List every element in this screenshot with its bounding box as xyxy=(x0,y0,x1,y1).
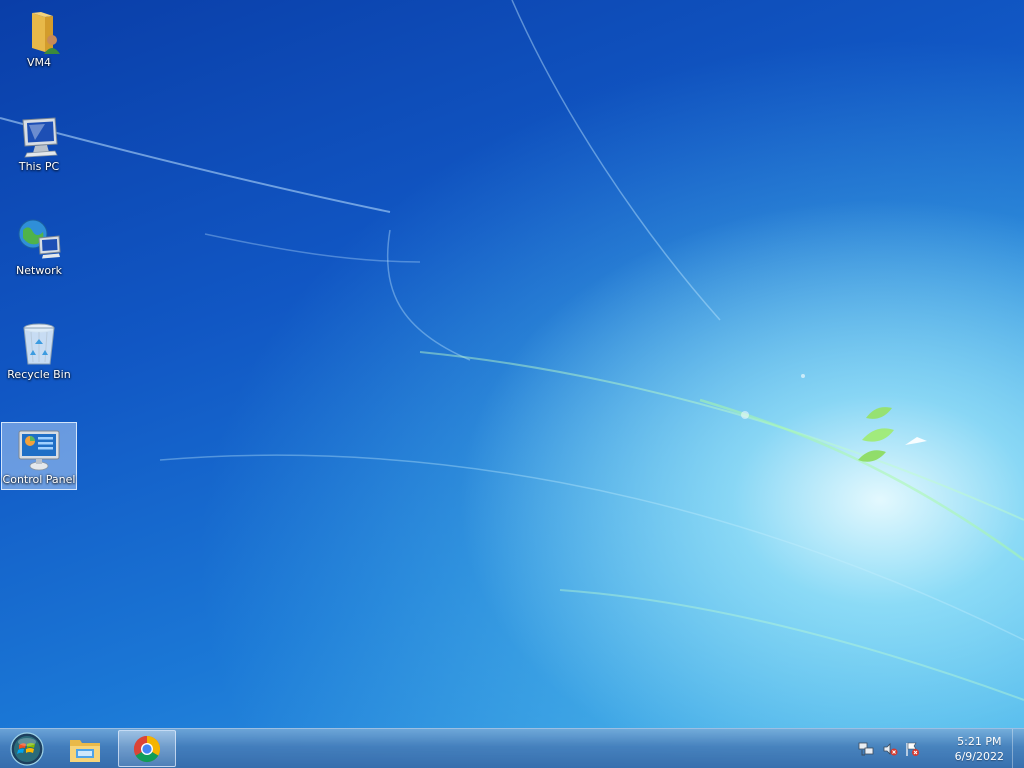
desktop-icon-recycle-bin[interactable]: Recycle Bin xyxy=(1,318,77,386)
recycle-bin-icon xyxy=(23,323,55,365)
desktop-icon-vm4[interactable]: VM4 xyxy=(1,6,77,74)
computer-icon xyxy=(22,117,58,158)
volume-muted-icon[interactable] xyxy=(882,741,898,757)
wallpaper-art xyxy=(0,0,1024,701)
user-folder-icon xyxy=(32,12,60,54)
desktop-icon-this-pc[interactable]: This PC xyxy=(1,110,77,178)
taskbar: 5:21 PM 6/9/2022 xyxy=(0,728,1024,768)
desktop-icon-control-panel[interactable]: Control Panel xyxy=(1,422,77,490)
network-disconnected-icon[interactable] xyxy=(858,741,874,757)
desktop-icon-label: Network xyxy=(16,264,62,277)
desktop-icon-label: Recycle Bin xyxy=(7,368,71,381)
action-center-flag-icon[interactable] xyxy=(904,741,920,757)
clock-date: 6/9/2022 xyxy=(954,750,1004,763)
start-button[interactable] xyxy=(4,730,50,767)
network-globe-icon xyxy=(18,219,61,259)
clock-time: 5:21 PM xyxy=(957,735,1002,748)
desktop-icon-label: Control Panel xyxy=(2,473,76,486)
start-orb-icon xyxy=(10,731,44,766)
taskbar-chrome-button[interactable] xyxy=(118,730,176,767)
show-desktop-button[interactable] xyxy=(1012,729,1024,768)
system-tray: 5:21 PM 6/9/2022 xyxy=(854,729,1024,768)
clock[interactable]: 5:21 PM 6/9/2022 xyxy=(955,734,1004,764)
desktop-icon-label: VM4 xyxy=(26,56,51,69)
desktop-icon-label: This PC xyxy=(18,160,60,173)
file-explorer-icon xyxy=(70,739,100,762)
desktop-icon-network[interactable]: Network xyxy=(1,214,77,282)
control-panel-icon xyxy=(18,430,60,471)
taskbar-file-explorer-button[interactable] xyxy=(58,730,112,767)
chrome-icon xyxy=(133,735,161,762)
desktop[interactable]: VM4 This PC Network Recycle Bin Control … xyxy=(0,0,1024,768)
